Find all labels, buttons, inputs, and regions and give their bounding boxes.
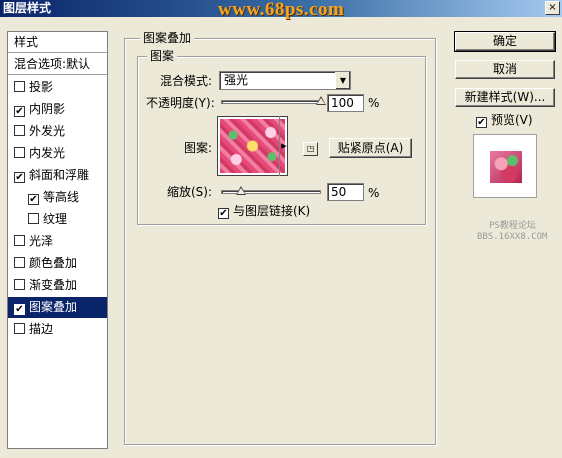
ok-button[interactable]: 确定 [454,31,556,52]
style-item-10[interactable]: 渐变叠加 [8,275,107,296]
preview-checkbox[interactable]: ✔ [476,117,487,128]
style-item-label: 等高线 [43,190,80,204]
opacity-input[interactable]: 100 [327,94,364,112]
pattern-thumbnail [220,119,285,173]
style-item-checkbox[interactable]: ✔ [14,106,25,117]
style-item-2[interactable]: ✔ 内阴影 [8,99,107,120]
style-item-1[interactable]: 投影 [8,77,107,98]
blend-options-item[interactable]: 混合选项:默认 [8,54,107,75]
pattern-picker[interactable] [217,116,288,176]
pattern-dropdown-arrow-icon[interactable]: ▶ [279,116,288,176]
style-item-checkbox[interactable] [14,81,25,92]
link-with-layer-row[interactable]: ✔ 与图层链接(K) [218,203,310,219]
site-watermark: www.68ps.com [218,0,345,20]
style-item-label: 外发光 [29,124,66,138]
style-item-9[interactable]: 颜色叠加 [8,253,107,274]
style-item-label: 描边 [29,322,54,336]
style-item-11[interactable]: ✔ 图案叠加 [8,297,107,318]
window-title: 图层样式 [3,1,52,15]
style-item-3[interactable]: 外发光 [8,121,107,142]
style-item-label: 斜面和浮雕 [29,168,90,182]
pattern-label: 图案: [184,141,213,155]
style-item-checkbox[interactable] [28,213,39,224]
new-style-button[interactable]: 新建样式(W)... [455,88,555,107]
style-item-label: 内阴影 [29,102,66,116]
blend-mode-select[interactable]: 强光 ▼ [219,71,351,90]
style-item-7[interactable]: 纹理 [8,209,107,230]
style-list: 样式 混合选项:默认 投影 ✔ 内阴影外发光内发光 ✔ 斜面和浮雕 ✔ 等高线纹理光泽颜色叠… [7,31,108,449]
close-button[interactable]: × [545,1,560,15]
link-with-layer-label: 与图层链接(K) [233,204,311,218]
style-item-checkbox[interactable]: ✔ [14,304,25,315]
style-list-header[interactable]: 样式 [8,32,107,53]
pattern-overlay-title: 图案叠加 [140,31,195,45]
cancel-button[interactable]: 取消 [455,60,555,79]
style-item-label: 渐变叠加 [29,278,78,292]
style-preview [473,134,537,198]
opacity-slider[interactable] [221,100,321,104]
forum-watermark-line1: PS教程论坛 [489,221,536,231]
blend-mode-label: 混合模式: [160,74,213,88]
style-item-checkbox[interactable]: ✔ [14,172,25,183]
style-item-checkbox[interactable] [14,125,25,136]
scale-unit: % [368,186,380,200]
style-item-4[interactable]: 内发光 [8,143,107,164]
preview-label: 预览(V) [491,113,533,127]
style-item-label: 颜色叠加 [29,256,78,270]
style-item-checkbox[interactable] [14,279,25,290]
preview-row[interactable]: ✔ 预览(V) [476,112,533,128]
opacity-unit: % [368,96,380,110]
scale-slider-thumb[interactable] [236,186,246,195]
forum-watermark-line2: BBS.16XX8.COM [477,232,548,242]
style-item-8[interactable]: 光泽 [8,231,107,252]
style-item-checkbox[interactable] [14,323,25,334]
style-item-checkbox[interactable] [14,147,25,158]
opacity-slider-thumb[interactable] [316,96,326,105]
style-item-12[interactable]: 描边 [8,319,107,340]
style-item-6[interactable]: ✔ 等高线 [8,187,107,208]
style-item-label: 投影 [29,80,54,94]
scale-label: 缩放(S): [167,185,213,199]
new-preset-icon[interactable]: ◳ [303,142,318,156]
style-item-checkbox[interactable] [14,235,25,246]
style-item-label: 内发光 [29,146,66,160]
link-with-layer-checkbox[interactable]: ✔ [218,208,229,219]
style-item-5[interactable]: ✔ 斜面和浮雕 [8,165,107,186]
style-item-label: 图案叠加 [29,300,78,314]
style-item-checkbox[interactable]: ✔ [28,194,39,205]
style-item-checkbox[interactable] [14,257,25,268]
style-item-label: 纹理 [43,212,68,226]
opacity-label: 不透明度(Y): [146,96,215,110]
pattern-subgroup-title: 图案 [147,49,178,63]
blend-mode-value: 强光 [224,73,249,87]
snap-to-origin-button[interactable]: 贴紧原点(A) [329,138,412,158]
chevron-down-icon[interactable]: ▼ [335,72,350,89]
style-item-label: 光泽 [29,234,54,248]
scale-input[interactable]: 50 [327,183,364,201]
preview-thumbnail [490,151,522,183]
